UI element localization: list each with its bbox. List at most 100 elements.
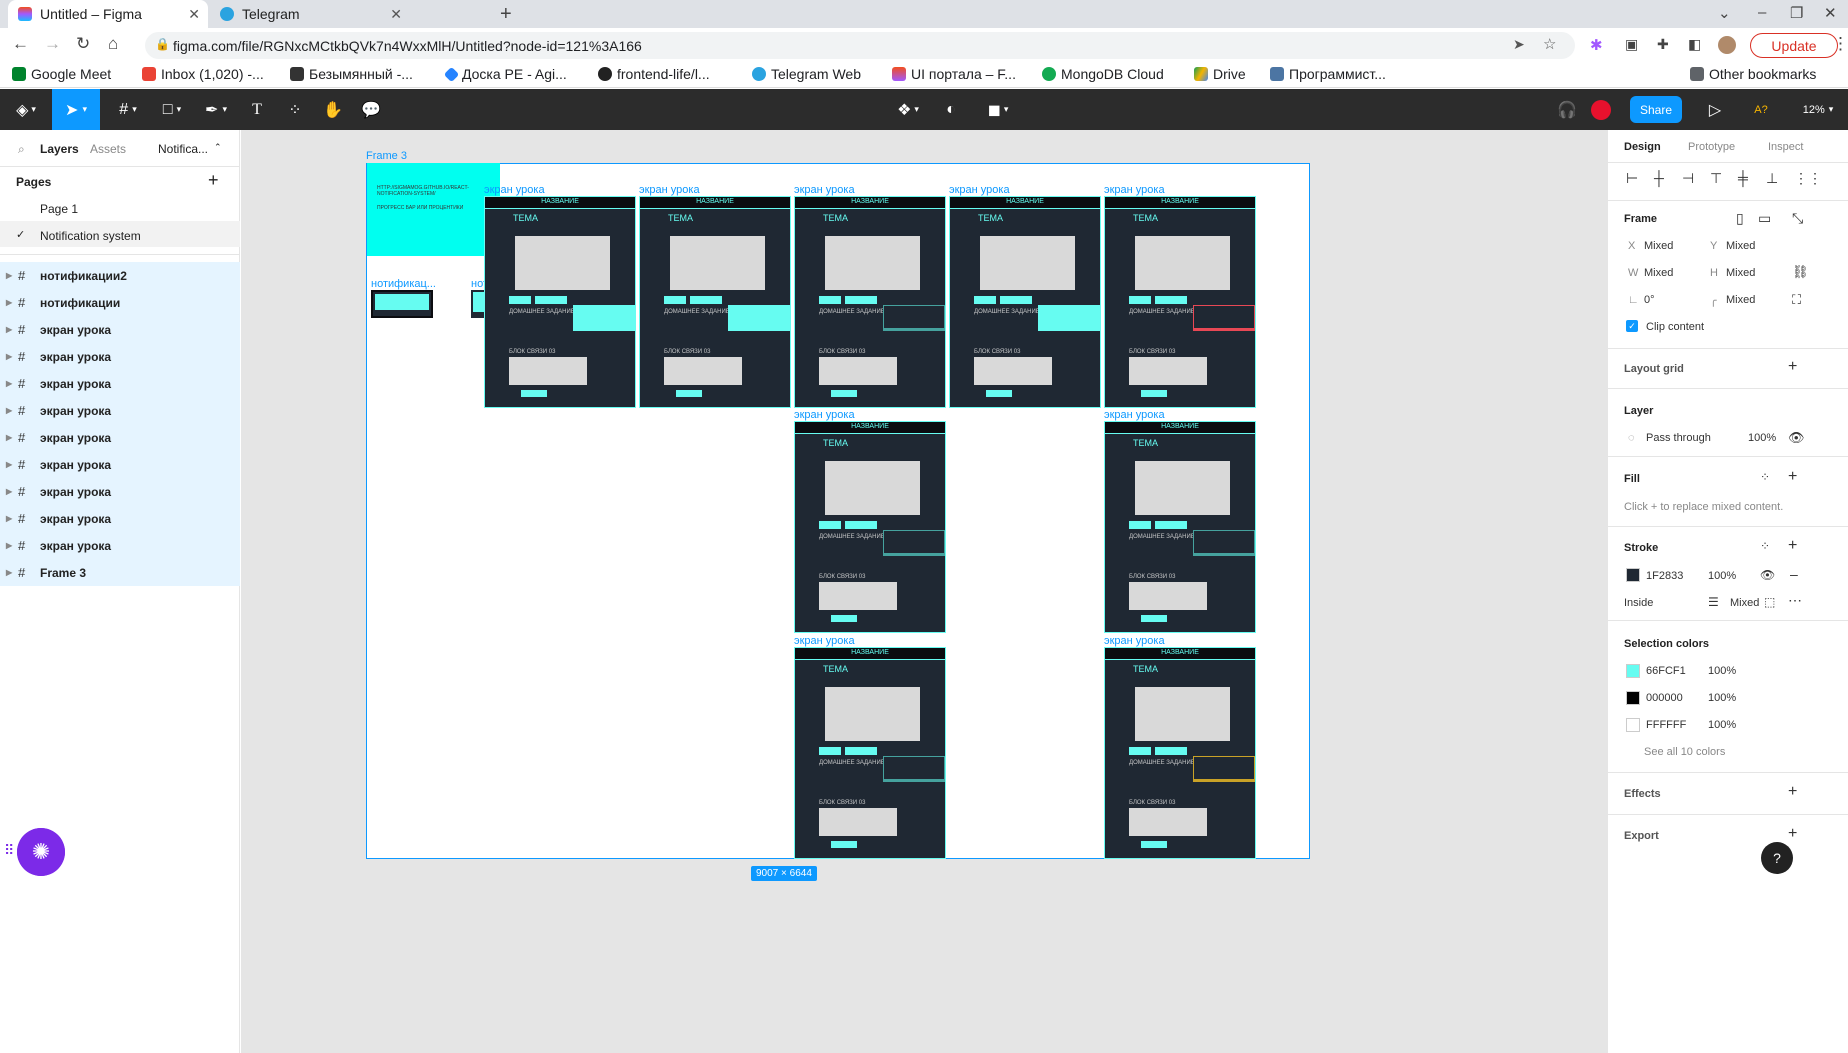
notif-label[interactable]: нотификац... (371, 278, 436, 290)
bookmark-figma-untitled[interactable]: Безымянный -... (290, 66, 413, 82)
expand-caret-icon[interactable]: ▶ (6, 406, 12, 415)
boolean-button[interactable]: ◼ ▾ (978, 89, 1018, 130)
clip-content-checkbox[interactable]: ✓ (1626, 320, 1638, 332)
plugin-widget-button[interactable]: ✺ (17, 828, 65, 876)
individual-strokes-icon[interactable]: ⬚ (1764, 595, 1775, 609)
expand-caret-icon[interactable]: ▶ (6, 433, 12, 442)
zoom-dropdown[interactable]: 12% ▾ (1794, 89, 1842, 130)
stroke-more-icon[interactable]: ⋯ (1788, 592, 1802, 609)
screen-label[interactable]: экран урока (484, 184, 545, 196)
other-bookmarks[interactable]: Other bookmarks (1690, 66, 1816, 82)
lesson-screen-frame[interactable]: НАЗВАНИЕ ТЕМА ДОМАШНЕЕ ЗАДАНИЕ БЛОК СВЯЗИ 0… (794, 647, 946, 859)
screen-label[interactable]: экран урока (794, 184, 855, 196)
reload-icon[interactable]: ↻ (76, 34, 90, 54)
frame-section-title[interactable]: Frame (1624, 213, 1657, 225)
new-tab-icon[interactable]: + (500, 3, 512, 26)
independent-corners-icon[interactable]: ⛶ (1792, 292, 1801, 308)
layer-row[interactable]: ▶ # нотификации (0, 289, 240, 316)
back-icon[interactable]: ← (12, 34, 29, 54)
present-button[interactable]: ▷ (1700, 89, 1730, 130)
visibility-eye-icon[interactable]: 👁 (1788, 430, 1805, 446)
add-export-icon[interactable]: + (1788, 825, 1797, 843)
screen-label[interactable]: экран урока (1104, 635, 1165, 647)
screen-label[interactable]: экран урока (639, 184, 700, 196)
stroke-position-select[interactable]: Inside (1624, 597, 1653, 609)
stroke-color-swatch[interactable] (1626, 568, 1640, 582)
align-top-icon[interactable]: ⊤ (1710, 170, 1722, 187)
layer-row[interactable]: ▶ # нотификации2 (0, 262, 240, 289)
selection-color-opacity[interactable]: 100% (1708, 665, 1736, 677)
layer-row[interactable]: ▶ # экран урока (0, 397, 240, 424)
component-button[interactable]: ❖ ▾ (890, 89, 926, 130)
expand-caret-icon[interactable]: ▶ (6, 487, 12, 496)
close-window-icon[interactable]: ✕ (1824, 4, 1837, 22)
layer-row[interactable]: ▶ # экран урока (0, 532, 240, 559)
frame-label[interactable]: Frame 3 (366, 150, 407, 162)
tab-telegram[interactable]: Telegram ✕ (210, 0, 410, 28)
constrain-proportions-icon[interactable]: ⛓ (1792, 264, 1809, 280)
layer-row[interactable]: ▶ # Frame 3 (0, 559, 240, 586)
selection-color-swatch[interactable] (1626, 664, 1640, 678)
tab-assets[interactable]: Assets (90, 142, 126, 156)
expand-caret-icon[interactable]: ▶ (6, 514, 12, 523)
user-avatar[interactable] (1586, 89, 1616, 130)
lesson-screen-frame[interactable]: НАЗВАНИЕ ТЕМА ДОМАШНЕЕ ЗАДАНИЕ БЛОК СВЯЗИ 0… (794, 421, 946, 633)
rotation-input[interactable]: 0° (1644, 294, 1655, 306)
tab-search-icon[interactable]: ⌄ (1718, 4, 1731, 22)
screen-label[interactable]: экран урока (794, 635, 855, 647)
hand-tool-button[interactable]: ✋ (318, 89, 348, 130)
tab-design[interactable]: Design (1624, 141, 1661, 153)
selection-color-hex[interactable]: FFFFFF (1646, 719, 1686, 731)
comment-tool-button[interactable]: 💬 (356, 89, 386, 130)
page-item[interactable]: Page 1 (40, 202, 78, 216)
tab-inspect[interactable]: Inspect (1768, 141, 1803, 153)
page-selector[interactable]: Notifica... (158, 142, 208, 156)
note-block[interactable]: HTTP://SIGMAMOG.GITHUB.IO/REACT-NOTIFICA… (367, 163, 500, 256)
search-icon[interactable]: ⌕ (18, 142, 25, 157)
sidepanel-icon[interactable]: ◧ (1688, 36, 1701, 53)
bookmark-jira[interactable]: Доска PE - Agi... (443, 66, 567, 82)
layer-row[interactable]: ▶ # экран урока (0, 424, 240, 451)
puzzle-icon[interactable]: ✚ (1657, 36, 1669, 53)
expand-caret-icon[interactable]: ▶ (6, 541, 12, 550)
stroke-color-hex[interactable]: 1F2833 (1646, 570, 1683, 582)
help-button[interactable]: ? (1761, 842, 1793, 874)
layer-row[interactable]: ▶ # экран урока (0, 316, 240, 343)
send-icon[interactable]: ➤ (1513, 36, 1525, 53)
blend-mode-select[interactable]: Pass through (1646, 432, 1711, 444)
stroke-opacity[interactable]: 100% (1708, 570, 1736, 582)
stroke-styles-icon[interactable]: ⁘ (1760, 539, 1770, 553)
resources-button[interactable]: ⁘ (280, 89, 310, 130)
canvas[interactable]: Frame 3 HTTP://SIGMAMOG.GITHUB.IO/REACT-… (17, 130, 1607, 1053)
share-button[interactable]: Share (1630, 96, 1682, 123)
w-input[interactable]: Mixed (1644, 267, 1673, 279)
corner-radius-input[interactable]: Mixed (1726, 294, 1755, 306)
landscape-icon[interactable]: ▭ (1758, 210, 1771, 227)
screen-label[interactable]: экран урока (949, 184, 1010, 196)
home-icon[interactable]: ⌂ (108, 34, 118, 54)
lesson-screen-frame[interactable]: НАЗВАНИЕ ТЕМА ДОМАШНЕЕ ЗАДАНИЕ БЛОК СВЯЗИ 0… (1104, 421, 1256, 633)
selection-color-opacity[interactable]: 100% (1708, 719, 1736, 731)
fill-styles-icon[interactable]: ⁘ (1760, 470, 1770, 484)
stroke-visibility-eye-icon[interactable]: 👁 (1760, 568, 1775, 582)
screen-label[interactable]: экран урока (794, 409, 855, 421)
portrait-icon[interactable]: ▯ (1736, 210, 1744, 227)
screen-label[interactable]: экран урока (1104, 409, 1165, 421)
layer-row[interactable]: ▶ # экран урока (0, 370, 240, 397)
lesson-screen-frame[interactable]: НАЗВАНИЕ ТЕМА ДОМАШНЕЕ ЗАДАНИЕ БЛОК СВЯЗИ 0… (1104, 196, 1256, 408)
screen-label[interactable]: экран урока (1104, 184, 1165, 196)
bookmark-drive[interactable]: Drive (1194, 66, 1246, 82)
add-stroke-icon[interactable]: + (1788, 537, 1797, 555)
layer-opacity-input[interactable]: 100% (1748, 432, 1776, 444)
update-button[interactable]: Update (1750, 33, 1838, 58)
main-menu-button[interactable]: ◈ ▾ (8, 89, 44, 130)
align-middle-icon[interactable]: ╪ (1738, 170, 1748, 186)
layer-row[interactable]: ▶ # экран урока (0, 343, 240, 370)
close-tab-icon[interactable]: ✕ (390, 6, 402, 23)
tab-figma[interactable]: Untitled – Figma ✕ (8, 0, 208, 28)
pen-tool-button[interactable]: ✒ ▾ (196, 89, 236, 130)
expand-caret-icon[interactable]: ▶ (6, 460, 12, 469)
page-item[interactable]: Notification system (40, 229, 141, 243)
h-input[interactable]: Mixed (1726, 267, 1755, 279)
x-input[interactable]: Mixed (1644, 240, 1673, 252)
